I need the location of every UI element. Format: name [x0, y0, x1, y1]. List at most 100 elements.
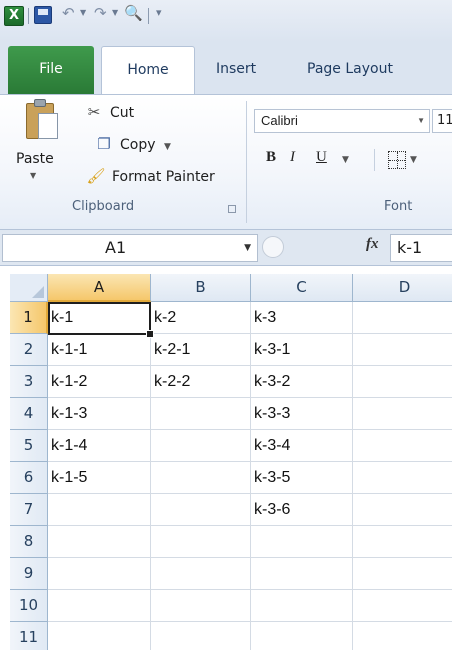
redo-dropdown-icon[interactable]: ▼ — [112, 8, 118, 17]
cell-c1[interactable]: k-3 — [251, 302, 353, 334]
column-header-a[interactable]: A — [48, 274, 151, 302]
cell-d4[interactable] — [353, 398, 452, 430]
cell-c11[interactable] — [251, 622, 353, 650]
cell-c10[interactable] — [251, 590, 353, 622]
cell-a3[interactable]: k-1-2 — [48, 366, 151, 398]
paste-dropdown-icon[interactable]: ▼ — [30, 171, 36, 180]
cell-b9[interactable] — [151, 558, 251, 590]
row-header-2[interactable]: 2 — [10, 334, 48, 366]
cell-d7[interactable] — [353, 494, 452, 526]
tab-page-layout[interactable]: Page Layout — [307, 46, 393, 94]
row-header-8[interactable]: 8 — [10, 526, 48, 558]
paste-button[interactable]: Paste — [16, 151, 54, 167]
tab-insert[interactable]: Insert — [216, 46, 256, 94]
font-group-label: Font — [384, 199, 413, 214]
column-header-d[interactable]: D — [353, 274, 452, 302]
copy-button[interactable]: ❐ Copy ▼ — [94, 133, 171, 155]
cell-d10[interactable] — [353, 590, 452, 622]
cell-a6[interactable]: k-1-5 — [48, 462, 151, 494]
row-header-7[interactable]: 7 — [10, 494, 48, 526]
font-name-select[interactable]: Calibri ▼ — [254, 109, 430, 133]
underline-button[interactable]: U — [316, 149, 327, 166]
cell-d11[interactable] — [353, 622, 452, 650]
cell-c8[interactable] — [251, 526, 353, 558]
cell-b8[interactable] — [151, 526, 251, 558]
formula-bar-splitter-icon[interactable] — [262, 236, 284, 258]
chevron-down-icon[interactable]: ▼ — [244, 235, 251, 261]
bold-button[interactable]: B — [266, 149, 276, 166]
quick-access-toolbar: X ↶ ▼ ↷ ▼ 🔍 ▾ — [0, 0, 452, 42]
select-all-button[interactable] — [10, 274, 48, 302]
print-preview-icon[interactable]: 🔍 — [124, 4, 143, 22]
cell-d5[interactable] — [353, 430, 452, 462]
underline-dropdown-icon[interactable]: ▼ — [342, 155, 349, 165]
row-header-10[interactable]: 10 — [10, 590, 48, 622]
cut-button[interactable]: ✂ Cut — [84, 101, 134, 123]
cell-a7[interactable] — [48, 494, 151, 526]
cell-a5[interactable]: k-1-4 — [48, 430, 151, 462]
cell-a4[interactable]: k-1-3 — [48, 398, 151, 430]
cell-c3[interactable]: k-3-2 — [251, 366, 353, 398]
copy-dropdown-icon[interactable]: ▼ — [164, 142, 171, 152]
excel-logo-icon[interactable]: X — [4, 6, 24, 26]
save-icon[interactable] — [34, 6, 52, 24]
customize-toolbar-icon[interactable]: ▾ — [156, 6, 162, 19]
tab-home[interactable]: Home — [101, 46, 195, 94]
italic-button[interactable]: I — [290, 149, 295, 166]
ribbon-home: Paste ▼ ✂ Cut ❐ Copy ▼ 🖌 Format Painter Cli… — [0, 94, 452, 230]
name-box[interactable]: A1 ▼ — [2, 234, 258, 262]
paste-icon[interactable] — [26, 97, 60, 141]
cell-c4[interactable]: k-3-3 — [251, 398, 353, 430]
cell-c6[interactable]: k-3-5 — [251, 462, 353, 494]
cell-b10[interactable] — [151, 590, 251, 622]
undo-dropdown-icon[interactable]: ▼ — [80, 8, 86, 17]
paintbrush-icon: 🖌 — [86, 167, 106, 185]
cell-b2[interactable]: k-2-1 — [151, 334, 251, 366]
cell-d1[interactable] — [353, 302, 452, 334]
cell-a8[interactable] — [48, 526, 151, 558]
format-painter-button[interactable]: 🖌 Format Painter — [86, 165, 215, 187]
row-header-6[interactable]: 6 — [10, 462, 48, 494]
cell-d6[interactable] — [353, 462, 452, 494]
clipboard-launcher-icon[interactable] — [228, 205, 236, 213]
cell-d3[interactable] — [353, 366, 452, 398]
row-header-3[interactable]: 3 — [10, 366, 48, 398]
cell-b1[interactable]: k-2 — [151, 302, 251, 334]
cell-a10[interactable] — [48, 590, 151, 622]
cell-b4[interactable] — [151, 398, 251, 430]
cell-a9[interactable] — [48, 558, 151, 590]
tab-file[interactable]: File — [8, 46, 94, 94]
cell-b6[interactable] — [151, 462, 251, 494]
cell-d8[interactable] — [353, 526, 452, 558]
toolbar-separator — [28, 8, 29, 24]
font-size-select[interactable]: 11 — [432, 109, 452, 133]
cell-c2[interactable]: k-3-1 — [251, 334, 353, 366]
cell-b5[interactable] — [151, 430, 251, 462]
column-header-c[interactable]: C — [251, 274, 353, 302]
undo-icon[interactable]: ↶ — [62, 4, 75, 22]
cell-c5[interactable]: k-3-4 — [251, 430, 353, 462]
row-header-1[interactable]: 1 — [10, 302, 48, 334]
cell-a1[interactable]: k-1 — [48, 302, 151, 334]
cell-c9[interactable] — [251, 558, 353, 590]
formula-input[interactable]: k-1 — [390, 234, 452, 262]
cell-d2[interactable] — [353, 334, 452, 366]
copy-label: Copy — [120, 137, 156, 153]
row-header-4[interactable]: 4 — [10, 398, 48, 430]
cell-a2[interactable]: k-1-1 — [48, 334, 151, 366]
cell-b7[interactable] — [151, 494, 251, 526]
cell-d9[interactable] — [353, 558, 452, 590]
row-header-5[interactable]: 5 — [10, 430, 48, 462]
cell-b11[interactable] — [151, 622, 251, 650]
format-painter-label: Format Painter — [112, 169, 215, 185]
row-header-11[interactable]: 11 — [10, 622, 48, 650]
column-header-b[interactable]: B — [151, 274, 251, 302]
cell-b3[interactable]: k-2-2 — [151, 366, 251, 398]
borders-icon[interactable] — [388, 151, 406, 169]
cell-c7[interactable]: k-3-6 — [251, 494, 353, 526]
redo-icon[interactable]: ↷ — [94, 4, 107, 22]
cell-a11[interactable] — [48, 622, 151, 650]
insert-function-icon[interactable]: fx — [366, 236, 379, 253]
borders-dropdown-icon[interactable]: ▼ — [410, 155, 417, 165]
row-header-9[interactable]: 9 — [10, 558, 48, 590]
